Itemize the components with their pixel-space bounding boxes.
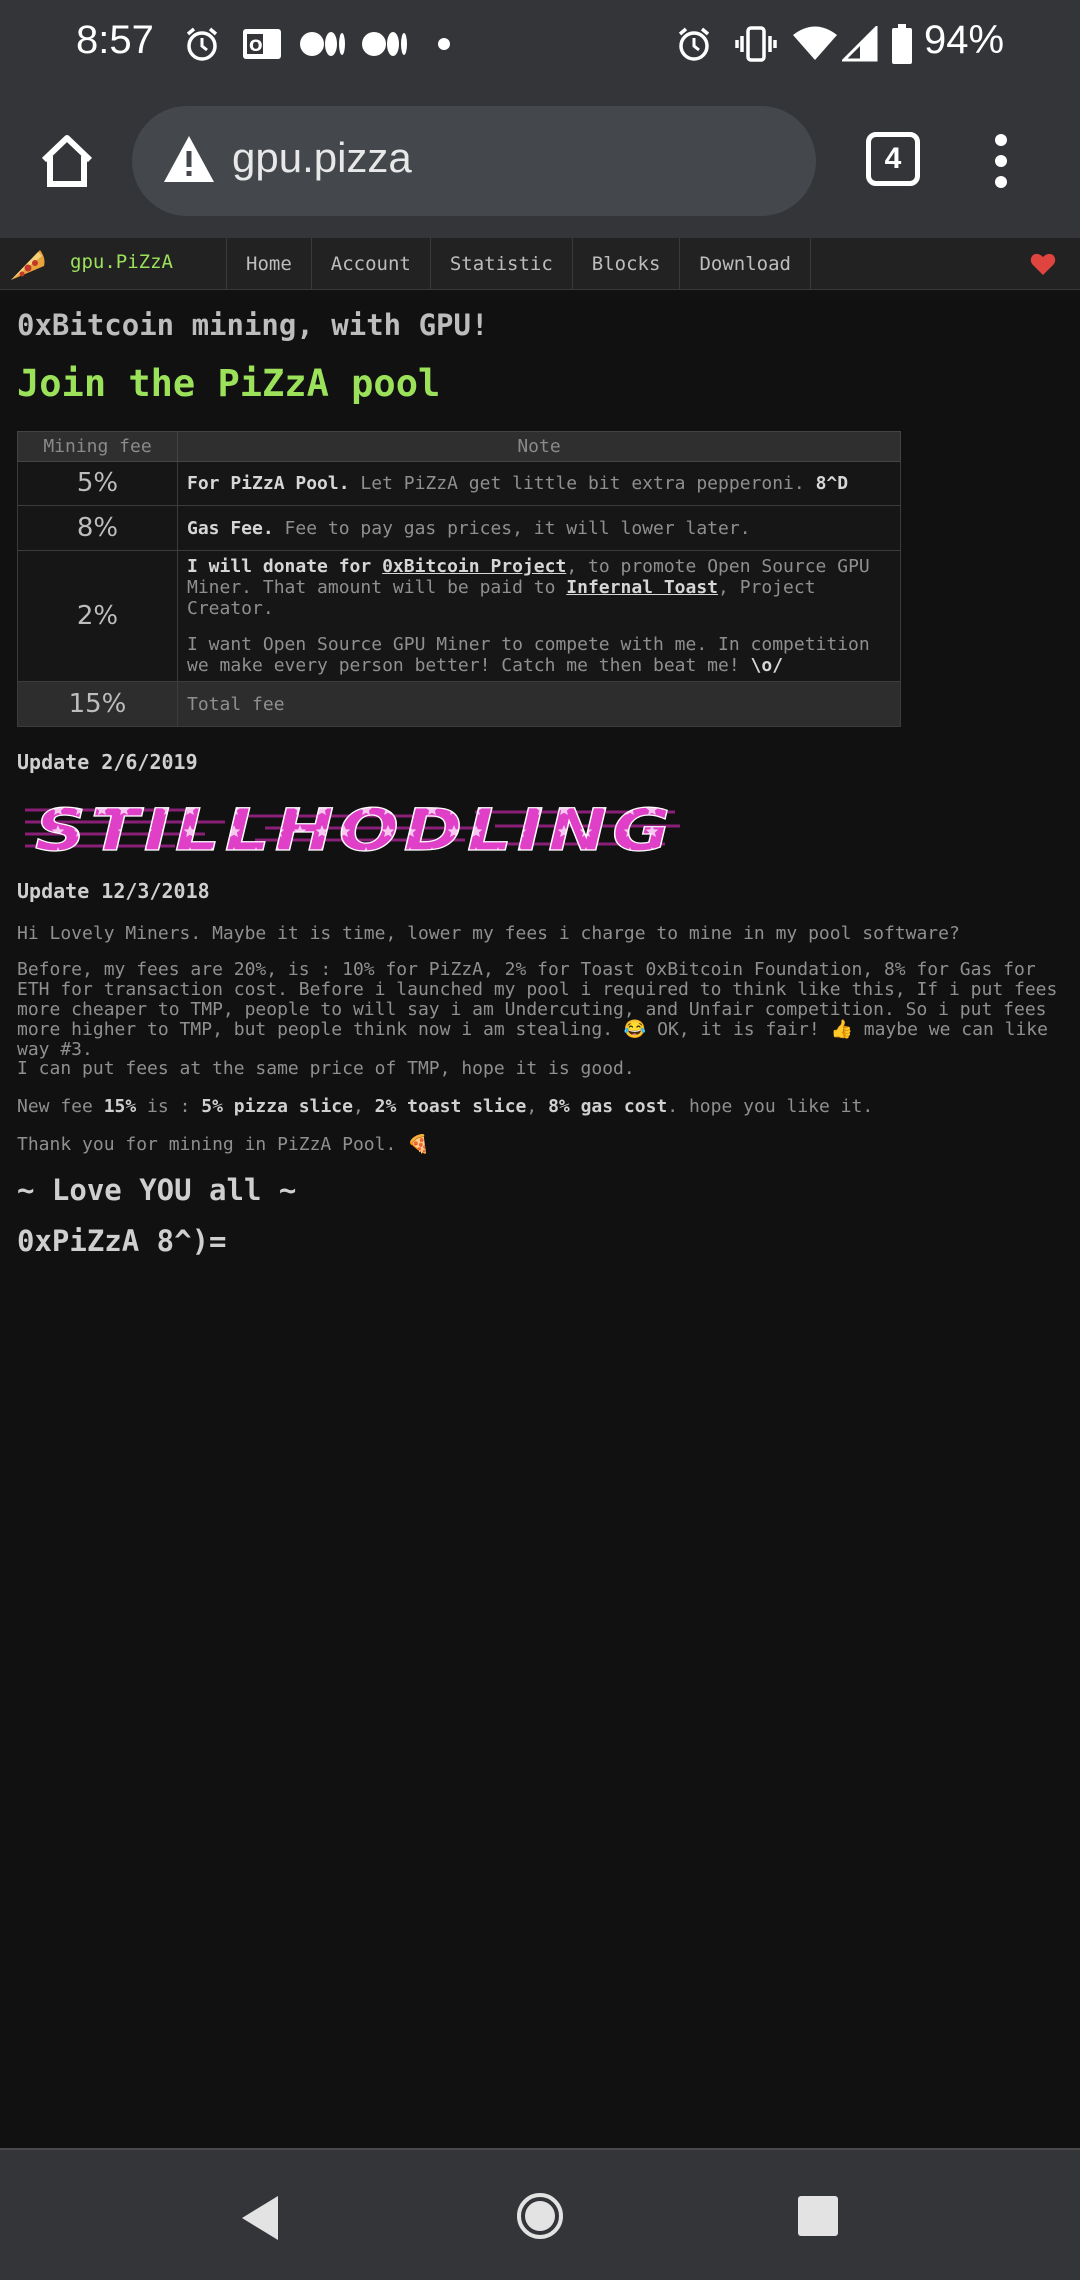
note-text: Let PiZzA get little bit extra pepperoni… <box>349 473 816 494</box>
table-header-row: Mining fee Note <box>17 431 901 462</box>
address-bar[interactable]: gpu.pizza <box>132 106 816 216</box>
paragraph: Thank you for mining in PiZzA Pool. 🍕 <box>17 1134 430 1155</box>
paragraph: New fee 15% is : 5% pizza slice, 2% toas… <box>17 1097 1067 1117</box>
medium-icon <box>300 22 346 66</box>
table-row: 2% I will donate for 0xBitcoin Project, … <box>17 550 901 682</box>
note-bold: Gas Fee. <box>187 517 274 539</box>
stillhodling-banner: STILLHODLING <box>25 795 685 865</box>
total-fee-label: Total fee <box>177 681 901 727</box>
love-message: ~ Love YOU all ~ <box>17 1173 297 1207</box>
text: 5% pizza slice <box>201 1096 353 1117</box>
note-tail: 8^D <box>815 473 849 494</box>
text: New fee <box>17 1096 104 1117</box>
tab-switcher-button[interactable]: 4 <box>866 132 920 186</box>
url-text[interactable]: gpu.pizza <box>232 134 412 182</box>
fee-value: 2% <box>17 550 178 682</box>
text: , <box>352 1096 375 1117</box>
note-text: Fee to pay gas prices, it will lower lat… <box>273 517 751 539</box>
fee-note: Gas Fee. Fee to pay gas prices, it will … <box>177 505 901 551</box>
update-heading: Update 2/6/2019 <box>17 750 198 774</box>
status-bar: 8:57 O 94% <box>0 0 1080 90</box>
nav-download[interactable]: Download <box>680 238 811 290</box>
fee-note: For PiZzA Pool. Let PiZzA get little bit… <box>177 461 901 506</box>
nav-home[interactable]: Home <box>227 238 312 290</box>
fee-table: Mining fee Note 5% For PiZzA Pool. Let P… <box>17 431 901 727</box>
back-icon[interactable] <box>238 2194 282 2246</box>
text: 8% gas cost <box>548 1096 668 1117</box>
page-title: Join the PiZzA pool <box>17 362 441 405</box>
alarm-icon <box>674 22 714 66</box>
note-paragraph: I want Open Source GPU Miner to compete … <box>187 634 891 676</box>
status-time: 8:57 <box>76 18 154 62</box>
paragraph: Hi Lovely Miners. Maybe it is time, lowe… <box>17 923 960 944</box>
text: is : <box>136 1096 202 1117</box>
home-icon[interactable] <box>36 130 98 192</box>
note-bold: I will donate for <box>187 556 383 577</box>
signature: 0xPiZzA 8^)= <box>17 1224 227 1258</box>
text: 2% toast slice <box>374 1096 527 1117</box>
note-tail: \o/ <box>750 655 784 676</box>
table-row: 5% For PiZzA Pool. Let PiZzA get little … <box>17 461 901 506</box>
paragraph: Before, my fees are 20%, is : 10% for Pi… <box>17 959 1058 1060</box>
home-circle-icon[interactable] <box>516 2192 564 2244</box>
text: 15% <box>103 1096 137 1117</box>
battery-icon <box>890 22 914 66</box>
paragraph: I can put fees at the same price of TMP,… <box>17 1058 635 1079</box>
nav-statistic[interactable]: Statistic <box>431 238 573 290</box>
dot-icon <box>436 22 452 66</box>
warning-icon[interactable] <box>162 134 216 186</box>
system-navigation-bar <box>0 2148 1080 2280</box>
column-header-note: Note <box>177 431 901 462</box>
stillhodling-text: STILLHODLING <box>35 798 675 860</box>
fee-value: 5% <box>17 461 178 506</box>
page-subtitle: 0xBitcoin mining, with GPU! <box>17 308 489 342</box>
signal-icon <box>842 22 878 66</box>
fee-value: 8% <box>17 505 178 551</box>
more-menu-icon[interactable] <box>986 130 1016 192</box>
total-fee-value: 15% <box>17 681 178 727</box>
text: , <box>526 1096 549 1117</box>
battery-percent: 94% <box>924 18 1005 62</box>
nav-account[interactable]: Account <box>312 238 431 290</box>
email-icon: O <box>240 22 284 66</box>
wifi-icon <box>792 22 838 66</box>
table-total-row: 15% Total fee <box>17 681 901 727</box>
oxbitcoin-project-link[interactable]: 0xBitcoin Project <box>382 556 566 577</box>
svg-text:O: O <box>249 36 263 55</box>
vibrate-icon <box>734 22 778 66</box>
note-paragraph: I will donate for 0xBitcoin Project, to … <box>187 556 891 619</box>
recents-icon[interactable] <box>798 2196 838 2236</box>
infernal-toast-link[interactable]: Infernal Toast <box>566 577 718 598</box>
heart-icon[interactable] <box>1030 251 1056 277</box>
text: . hope you like it. <box>667 1096 874 1117</box>
table-row: 8% Gas Fee. Fee to pay gas prices, it wi… <box>17 505 901 551</box>
fee-note: I will donate for 0xBitcoin Project, to … <box>177 550 901 682</box>
site-brand-link[interactable]: gpu.PiZzA <box>70 251 173 273</box>
update-heading: Update 12/3/2018 <box>17 879 210 903</box>
nav-blocks[interactable]: Blocks <box>573 238 681 290</box>
pizza-logo-icon[interactable] <box>8 244 48 284</box>
medium-icon <box>362 22 408 66</box>
note-bold: For PiZzA Pool. <box>187 473 350 494</box>
browser-toolbar: gpu.pizza 4 <box>0 90 1080 238</box>
alarm-icon <box>182 22 222 66</box>
column-header-mining-fee: Mining fee <box>17 431 178 462</box>
site-navigation: gpu.PiZzA Home Account Statistic Blocks … <box>0 238 1080 290</box>
